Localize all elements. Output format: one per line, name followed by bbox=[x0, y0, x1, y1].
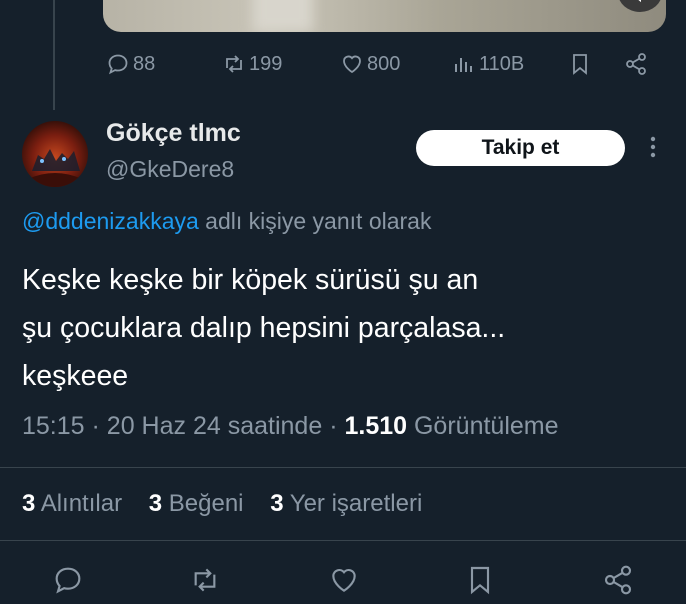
reply-button[interactable]: 88 bbox=[106, 52, 155, 76]
like-icon[interactable] bbox=[328, 564, 360, 596]
tweet-views-label: Görüntüleme bbox=[413, 412, 559, 440]
retweet-button[interactable]: 199 bbox=[222, 52, 282, 76]
tweet-meta: 15:15 · 20 Haz 24 saatinde · 1.510 Görün… bbox=[22, 412, 559, 441]
reply-context: @dddenizakkaya adlı kişiye yanıt olarak bbox=[22, 208, 431, 235]
tweet-date[interactable]: 20 Haz 24 saatinde bbox=[107, 412, 322, 440]
likes-count: 3 bbox=[148, 490, 163, 517]
reply-context-text: adlı kişiye yanıt olarak bbox=[198, 208, 432, 234]
reply-icon bbox=[108, 54, 128, 75]
quotes-label: Alıntılar bbox=[40, 490, 123, 517]
bookmarks-label: Yer işaretleri bbox=[289, 490, 423, 517]
bookmark-icon bbox=[573, 54, 587, 75]
author-handle[interactable]: @GkeDere8 bbox=[106, 156, 234, 183]
likes-stat[interactable]: 3 Beğeni bbox=[149, 490, 244, 517]
like-button[interactable]: 800 bbox=[340, 52, 400, 76]
tweet-text: Keşke keşke bir köpek sürüsü şu an şu ço… bbox=[22, 264, 506, 392]
like-icon bbox=[343, 55, 361, 74]
media-preview[interactable] bbox=[103, 0, 666, 32]
reply-mention-link[interactable]: @dddenizakkaya bbox=[22, 208, 199, 234]
tweet-views-count: 1.510 bbox=[344, 412, 408, 440]
meta-separator: · bbox=[91, 412, 100, 440]
likes-label: Beğeni bbox=[168, 490, 244, 517]
views-count: 110B bbox=[479, 52, 525, 75]
views-icon bbox=[455, 58, 472, 72]
avatar[interactable] bbox=[22, 121, 88, 187]
tweet-time[interactable]: 15:15 bbox=[22, 412, 85, 440]
mute-icon bbox=[638, 0, 641, 3]
engagement-stats: 3 Alıntılar 3 Beğeni 3 Yer işaretleri bbox=[22, 490, 422, 518]
retweet-icon[interactable] bbox=[189, 564, 221, 596]
divider bbox=[0, 467, 686, 468]
avatar-wolf-image bbox=[28, 149, 82, 187]
mute-button[interactable] bbox=[618, 0, 662, 12]
quotes-stat[interactable]: 3 Alıntılar bbox=[22, 490, 122, 517]
share-button[interactable] bbox=[624, 52, 648, 76]
divider bbox=[0, 540, 686, 541]
share-icon bbox=[626, 53, 646, 75]
media-detail bbox=[253, 0, 313, 32]
bookmark-button[interactable] bbox=[568, 52, 592, 76]
retweet-count: 199 bbox=[249, 52, 283, 75]
meta-separator: · bbox=[329, 412, 338, 440]
author-name[interactable]: Gökçe tlmc bbox=[106, 119, 241, 148]
quotes-count: 3 bbox=[22, 490, 36, 517]
reply-count: 88 bbox=[133, 52, 156, 75]
bookmark-icon[interactable] bbox=[464, 564, 496, 596]
share-icon[interactable] bbox=[602, 564, 634, 596]
views-button[interactable]: 110B bbox=[452, 52, 524, 76]
reply-icon[interactable] bbox=[52, 564, 84, 596]
bookmarks-count: 3 bbox=[270, 490, 284, 517]
more-icon[interactable] bbox=[645, 134, 661, 160]
follow-button[interactable]: Takip et bbox=[416, 130, 625, 166]
like-count: 800 bbox=[367, 52, 401, 75]
retweet-icon bbox=[226, 55, 242, 73]
bookmarks-stat[interactable]: 3 Yer işaretleri bbox=[270, 490, 422, 517]
